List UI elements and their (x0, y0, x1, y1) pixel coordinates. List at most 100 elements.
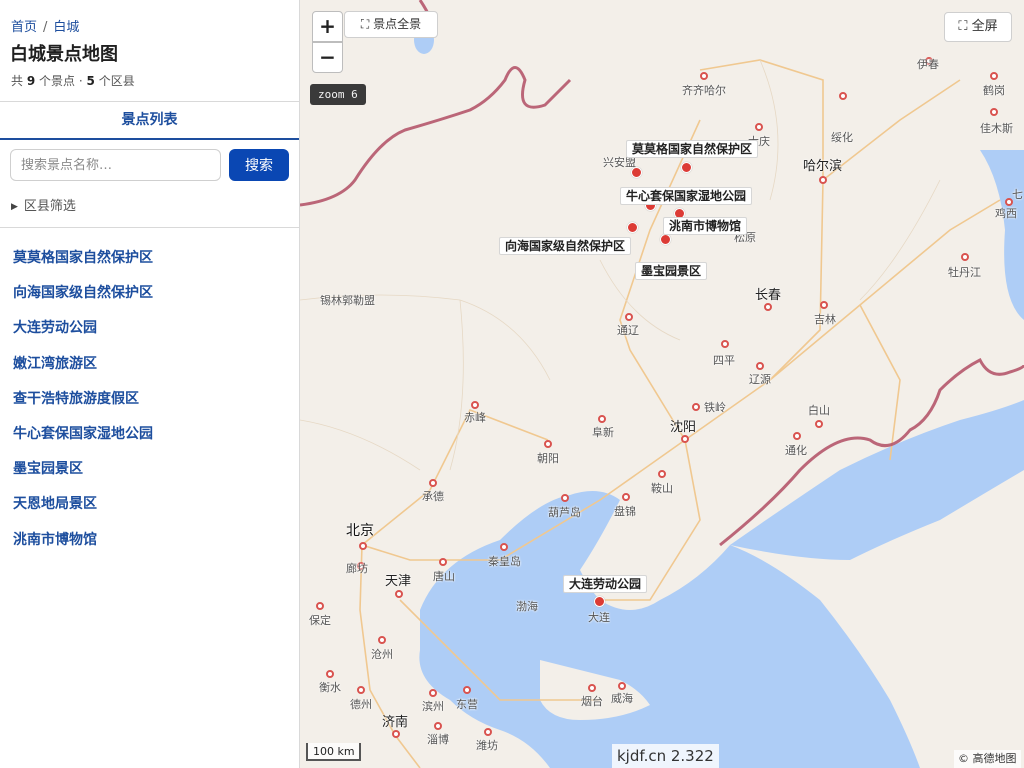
city-label: 东营 (456, 698, 478, 711)
spot-list-item[interactable]: 嫩江湾旅游区 (13, 355, 153, 390)
summary-mid: 个景点 · (39, 74, 83, 88)
search-button[interactable]: 搜索 (229, 149, 289, 181)
city-label: 廊坊 (346, 562, 368, 575)
city-label: 通辽 (617, 324, 639, 337)
poi-label[interactable]: 牛心套保国家湿地公园 (620, 187, 753, 205)
city-label: 北京 (346, 523, 374, 539)
poi-label[interactable]: 墨宝园景区 (635, 262, 708, 280)
spot-list-item[interactable]: 查干浩特旅游度假区 (13, 390, 153, 425)
city-label: 沧州 (371, 648, 393, 661)
poi-label[interactable]: 莫莫格国家自然保护区 (626, 140, 759, 158)
city-marker (316, 602, 324, 610)
city-marker (793, 432, 801, 440)
city-label: 承德 (422, 490, 444, 503)
spot-list-item[interactable]: 天恩地局景区 (13, 495, 153, 530)
city-label: 四平 (713, 354, 735, 367)
caret-right-icon: ▶ (11, 202, 18, 212)
city-marker (471, 401, 479, 409)
city-label: 滨州 (422, 700, 444, 713)
city-marker (434, 722, 442, 730)
spot-list: 莫莫格国家自然保护区 向海国家级自然保护区 大连劳动公园 嫩江湾旅游区 查干浩特… (13, 249, 153, 566)
overview-button[interactable]: ⛶ 景点全景 (344, 11, 438, 38)
sea-area (980, 150, 1024, 320)
city-marker (429, 689, 437, 697)
spot-list-item[interactable]: 洮南市博物馆 (13, 531, 153, 566)
poi-label[interactable]: 向海国家级自然保护区 (499, 237, 632, 255)
city-marker (598, 415, 606, 423)
city-label: 天津 (385, 574, 412, 589)
city-label: 齐齐哈尔 (682, 84, 726, 97)
spot-summary: 共 9 个景点 · 5 个区县 (11, 72, 135, 89)
spot-list-item[interactable]: 莫莫格国家自然保护区 (13, 249, 153, 284)
city-marker (561, 494, 569, 502)
city-marker (755, 123, 763, 131)
city-marker (392, 730, 400, 738)
city-marker (625, 313, 633, 321)
spot-list-item[interactable]: 墨宝园景区 (13, 460, 153, 495)
city-marker (721, 340, 729, 348)
zoom-out-button[interactable]: − (312, 42, 343, 73)
poi-marker[interactable] (631, 167, 642, 178)
city-marker (357, 686, 365, 694)
city-label: 锡林郭勒盟 (320, 294, 375, 307)
city-marker (961, 253, 969, 261)
city-label: 淄博 (427, 733, 449, 746)
city-marker (692, 403, 700, 411)
city-label: 辽源 (749, 373, 771, 386)
district-filter-label: 区县筛选 (23, 199, 76, 214)
city-label: 吉林 (814, 313, 836, 326)
city-label: 哈尔滨 (803, 159, 843, 174)
city-marker (658, 470, 666, 478)
city-label: 七 (1012, 188, 1023, 201)
city-label: 盘锦 (614, 505, 636, 518)
spot-list-item[interactable]: 牛心套保国家湿地公园 (13, 425, 153, 460)
city-label: 佳木斯 (980, 122, 1013, 135)
city-marker (815, 420, 823, 428)
city-label: 朝阳 (537, 452, 559, 465)
city-marker (839, 92, 847, 100)
poi-marker[interactable] (681, 162, 692, 173)
fullscreen-button[interactable]: ⛶ 全屏 (944, 12, 1012, 42)
city-marker (990, 72, 998, 80)
divider (0, 227, 299, 228)
city-label: 通化 (785, 444, 807, 457)
poi-marker[interactable] (627, 222, 638, 233)
map-canvas[interactable]: 伊春 鹤岗 佳木斯 齐齐哈尔 绥化 大庆 哈尔滨 兴安盟 七 鸡西 松原 牡丹江… (300, 0, 1024, 768)
city-label: 德州 (350, 698, 372, 711)
city-label: 秦皇岛 (488, 555, 521, 568)
city-label: 济南 (382, 715, 409, 730)
district-filter-toggle[interactable]: ▶ 区县筛选 (11, 195, 76, 214)
city-label: 沈阳 (670, 420, 697, 435)
spot-list-item[interactable]: 大连劳动公园 (13, 319, 153, 354)
scale-bar: 100 km (306, 743, 361, 761)
spot-list-item[interactable]: 向海国家级自然保护区 (13, 284, 153, 319)
city-marker (820, 301, 828, 309)
summary-suffix: 个区县 (98, 74, 135, 88)
city-label: 葫芦岛 (548, 506, 581, 519)
page-title: 白城景点地图 (10, 44, 118, 65)
city-marker (395, 590, 403, 598)
poi-marker[interactable] (594, 596, 605, 607)
tab-spot-list[interactable]: 景点列表 (0, 102, 299, 140)
zoom-in-button[interactable]: + (312, 11, 343, 42)
sea-label: 渤海 (516, 600, 538, 613)
poi-marker[interactable] (660, 234, 671, 245)
breadcrumb-home-link[interactable]: 首页 (11, 20, 37, 35)
poi-label[interactable]: 洮南市博物馆 (663, 217, 748, 235)
district-count: 5 (86, 74, 95, 88)
search-input[interactable] (10, 149, 221, 181)
city-label: 赤峰 (464, 411, 486, 424)
city-marker (326, 670, 334, 678)
breadcrumb-current-link[interactable]: 白城 (53, 20, 79, 35)
breadcrumb: 首页 / 白城 (11, 16, 79, 35)
city-label: 长春 (755, 288, 782, 303)
poi-label[interactable]: 大连劳动公园 (563, 575, 648, 593)
city-marker (681, 435, 689, 443)
city-marker (618, 682, 626, 690)
district-boundaries (300, 59, 941, 471)
city-marker (463, 686, 471, 694)
city-label: 鹤岗 (983, 84, 1005, 97)
city-label: 保定 (309, 614, 331, 627)
city-label: 鞍山 (651, 482, 673, 495)
map-attribution[interactable]: © 高德地图 (954, 750, 1021, 768)
